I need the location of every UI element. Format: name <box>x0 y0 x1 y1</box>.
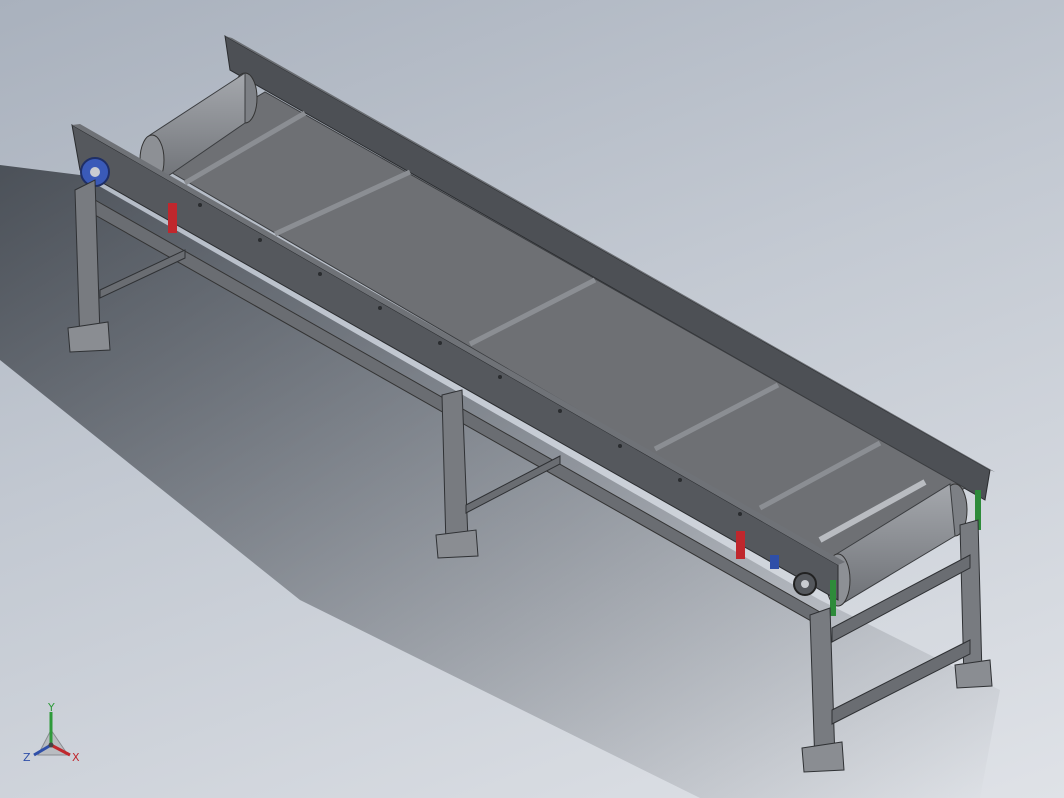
orientation-triad: Y X Z <box>23 701 80 764</box>
green-end-plate-front <box>830 580 836 616</box>
triad-origin <box>48 742 54 748</box>
conveyor-model[interactable] <box>0 0 1064 798</box>
red-guard-left <box>168 203 177 233</box>
y-axis-label: Y <box>47 701 55 714</box>
leg-head-back <box>954 519 993 689</box>
cad-viewport[interactable]: Y X Z <box>0 0 1064 798</box>
z-axis-label: Z <box>23 751 31 764</box>
x-axis-label: X <box>72 751 80 764</box>
red-guard-right <box>736 531 745 559</box>
